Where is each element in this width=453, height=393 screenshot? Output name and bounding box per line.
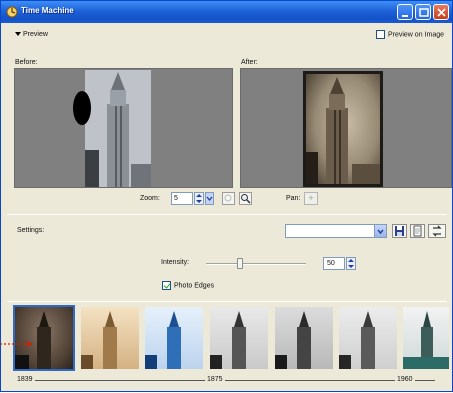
chevron-down-icon <box>206 196 213 202</box>
intensity-label: Intensity: <box>161 259 190 266</box>
preview-section-header: Preview Preview on Image <box>9 27 452 43</box>
timeline-year: 1960 <box>395 376 415 383</box>
pan-label: Pan: <box>286 195 301 202</box>
zoom-dropdown[interactable] <box>205 192 214 205</box>
thumbnail-grayscale-2[interactable] <box>275 307 333 369</box>
tower-thumbnail-image <box>81 311 117 369</box>
callout-arrow-icon <box>0 341 33 347</box>
spinner-arrows-icon <box>196 194 202 203</box>
preview-on-image-option[interactable]: Preview on Image <box>375 30 444 39</box>
thumbnail-sepia-dark[interactable] <box>13 305 75 371</box>
divider <box>7 301 447 302</box>
save-preset-button[interactable] <box>392 224 407 238</box>
timeline-year: 1839 <box>15 376 35 383</box>
tower-thumbnail-image <box>145 311 181 369</box>
thumbnail-blue-cyanotype[interactable] <box>145 307 203 369</box>
divider <box>7 214 447 215</box>
window-title: Time Machine <box>21 6 74 15</box>
tower-thumbnail-image <box>275 311 311 369</box>
zoom-spinner[interactable] <box>194 192 204 205</box>
tower-thumbnail-image <box>15 311 51 369</box>
thumbnail-sepia-warm[interactable] <box>81 307 139 369</box>
style-thumbnails <box>13 305 452 375</box>
dark-silhouette <box>73 91 91 125</box>
before-preview-pane[interactable] <box>14 68 233 188</box>
timeline: 1839 1875 1960 <box>15 373 452 393</box>
timeline-line <box>35 380 435 381</box>
intensity-spinner[interactable] <box>346 257 356 270</box>
settings-label: Settings: <box>17 227 45 234</box>
after-label: After: <box>241 59 258 66</box>
minimize-button[interactable] <box>397 4 413 20</box>
thumbnail-grayscale-1[interactable] <box>210 307 268 369</box>
spinner-arrows-icon <box>348 259 354 268</box>
thumbnail-teal-tint[interactable] <box>403 307 449 369</box>
document-icon <box>413 225 422 237</box>
tower-photo-after <box>306 77 380 184</box>
tower-thumbnail-image <box>339 311 375 369</box>
photo-edges-option[interactable]: Photo Edges <box>162 281 214 290</box>
close-icon <box>437 8 446 17</box>
close-button[interactable] <box>433 4 449 20</box>
zoom-out-button[interactable] <box>222 192 235 205</box>
thumbnail-grayscale-3[interactable] <box>339 307 397 369</box>
preview-toggle-label: Preview <box>23 31 48 38</box>
photo-edges-checkbox[interactable] <box>162 281 171 290</box>
title-bar[interactable]: Time Machine <box>1 1 452 23</box>
magnifier-icon <box>241 194 251 204</box>
photo-edges-label: Photo Edges <box>174 282 215 290</box>
zoom-toolbar: Zoom: 5 Pan: + <box>1 192 452 208</box>
time-machine-window: Time Machine Preview Preview on Image Be… <box>0 0 453 392</box>
pan-button[interactable]: + <box>304 192 318 205</box>
pan-plus-icon: + <box>308 193 314 203</box>
before-photo <box>85 70 151 187</box>
chevron-down-icon <box>377 229 384 235</box>
preview-on-image-label: Preview on Image <box>387 31 444 39</box>
collapse-triangle-icon <box>15 32 21 37</box>
tower-thumbnail-image <box>210 311 246 369</box>
intensity-slider-track[interactable] <box>206 263 306 265</box>
maximize-icon <box>419 8 429 17</box>
minimize-icon <box>402 15 408 17</box>
floppy-disk-icon <box>395 226 404 236</box>
zoom-out-icon <box>224 194 232 202</box>
reset-button[interactable] <box>428 224 446 238</box>
tower-thumbnail-image <box>403 311 449 369</box>
preview-toggle[interactable]: Preview <box>15 31 48 38</box>
settings-dropdown-arrow[interactable] <box>374 225 386 237</box>
maximize-button[interactable] <box>415 4 431 20</box>
zoom-in-button[interactable] <box>239 192 252 205</box>
after-preview-pane[interactable] <box>240 68 452 188</box>
settings-row: Settings: <box>1 222 452 242</box>
load-preset-button[interactable] <box>410 224 425 238</box>
settings-dropdown[interactable] <box>285 224 387 238</box>
after-photo <box>303 71 383 187</box>
preview-on-image-checkbox[interactable] <box>375 30 385 39</box>
timeline-year: 1875 <box>205 376 225 383</box>
before-label: Before: <box>15 59 38 66</box>
tower-photo-before <box>85 70 151 187</box>
time-machine-app-icon <box>6 6 18 18</box>
intensity-row: Intensity: 50 <box>1 256 452 272</box>
zoom-label: Zoom: <box>140 195 160 202</box>
reset-arrows-icon <box>432 225 442 237</box>
zoom-input[interactable]: 5 <box>171 192 193 205</box>
intensity-slider-thumb[interactable] <box>237 258 243 269</box>
intensity-input[interactable]: 50 <box>323 257 345 270</box>
